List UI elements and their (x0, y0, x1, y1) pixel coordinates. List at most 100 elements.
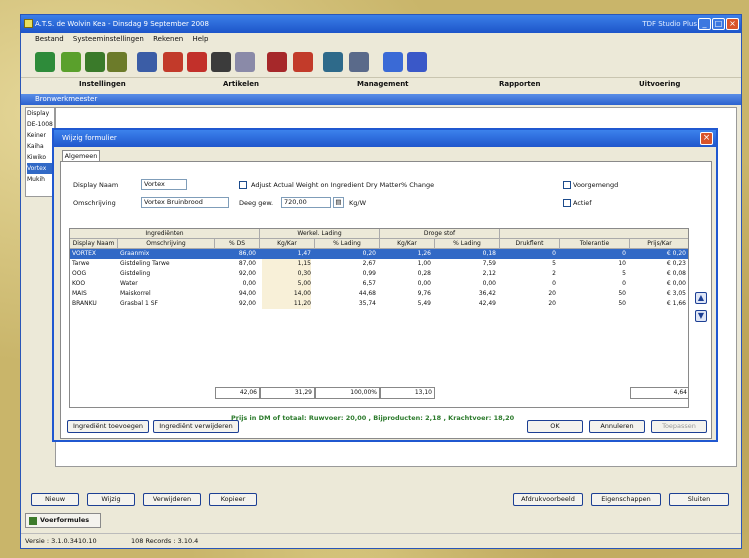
list-item[interactable]: Keiner (27, 130, 54, 141)
table-cell: 50 (618, 300, 626, 307)
record-list[interactable]: Display DE-1008 Keiner Kaiha Kiwiko Vortex Muk… (25, 107, 55, 197)
move-down-icon[interactable]: ▼ (695, 310, 707, 322)
calculator-icon[interactable]: ▤ (333, 197, 344, 208)
add-ingredient-button[interactable]: Ingrediënt toevoegen (67, 420, 149, 433)
table-cell: Grasbal 1 SF (120, 300, 158, 307)
header-group-drogestof: Droge stof (380, 229, 500, 239)
table-row[interactable]: Tarwe Gistdeling Tarwe 87,00 1,15 2,67 1,00 7,… (70, 259, 688, 269)
close-main-button[interactable]: Sluiten (669, 493, 729, 506)
voorgemengd-checkbox[interactable] (563, 181, 571, 189)
doc-icon[interactable] (235, 52, 255, 72)
list-item[interactable]: Vortex (27, 163, 54, 174)
cancel-button[interactable]: Annuleren (589, 420, 645, 433)
table-cell: KOO (72, 280, 86, 287)
network-icon[interactable] (323, 52, 343, 72)
properties-button[interactable]: Eigenschappen (591, 493, 661, 506)
edit-formula-dialog: Wijzig formulier × Algemeen Display Naam… (52, 128, 718, 442)
remove-ingredient-button[interactable]: Ingrediënt verwijderen (153, 420, 239, 433)
table-cell: 94,00 (238, 290, 256, 297)
ration-icon[interactable] (35, 52, 55, 72)
menu-help[interactable]: Help (192, 35, 208, 43)
tool-icon[interactable] (85, 52, 105, 72)
copy-button[interactable]: Kopieer (209, 493, 257, 506)
help-icon[interactable] (407, 52, 427, 72)
table-cell: 0 (622, 250, 626, 257)
table-cell: 86,00 (238, 250, 256, 257)
ok-button[interactable]: OK (527, 420, 583, 433)
plant-icon[interactable] (61, 52, 81, 72)
feed2-icon[interactable] (187, 52, 207, 72)
table-cell: 14,00 (262, 289, 311, 299)
column-header[interactable]: Kg/Kar (260, 239, 315, 249)
actief-checkbox[interactable] (563, 199, 571, 207)
column-header[interactable]: Drukflent (500, 239, 560, 249)
apply-button[interactable]: Toepassen (651, 420, 707, 433)
table-row[interactable]: BRANKU Grasbal 1 SF 92,00 11,20 35,74 5,49 42,… (70, 299, 688, 309)
menu-rekenen[interactable]: Rekenen (153, 35, 183, 43)
table-cell: 20 (548, 300, 556, 307)
app-icon (24, 19, 33, 28)
column-header[interactable]: % DS (215, 239, 260, 249)
car-icon[interactable] (267, 52, 287, 72)
table-cell: 1,26 (417, 250, 431, 257)
toolbar-group-labels: Instellingen Artikelen Management Rappor… (21, 78, 741, 91)
table-cell: BRANKU (72, 300, 97, 307)
close-button[interactable]: × (726, 18, 739, 30)
ingredients-grid[interactable]: Ingrediënten Werkel. Lading Droge stof D… (69, 228, 689, 408)
table-cell: 5 (552, 260, 556, 267)
total-kgkar: 31,29 (260, 387, 315, 399)
maximize-button[interactable]: □ (712, 18, 725, 30)
table-cell: € 1,66 (666, 300, 686, 307)
tab-voerformules[interactable]: Voerformules (25, 513, 101, 528)
window-title: A.T.S. de Wolvin Kea - Dinsdag 9 Septemb… (35, 20, 209, 28)
minimize-button[interactable]: _ (698, 18, 711, 30)
table-cell: 1,15 (262, 259, 311, 269)
list-item[interactable]: Kiwiko (27, 152, 54, 163)
print-preview-button[interactable]: Afdrukvoorbeeld (513, 493, 583, 506)
table-cell: 7,59 (482, 260, 496, 267)
car2-icon[interactable] (293, 52, 313, 72)
truck-icon[interactable] (211, 52, 231, 72)
table-cell: 0,28 (417, 270, 431, 277)
wrench-icon[interactable] (107, 52, 127, 72)
dialog-close-icon[interactable]: × (700, 132, 713, 145)
column-header[interactable]: % Lading (315, 239, 380, 249)
description-field[interactable]: Vortex Bruinbrood (141, 197, 229, 208)
delete-button[interactable]: Verwijderen (143, 493, 201, 506)
table-cell: € 0,08 (666, 270, 686, 277)
column-header[interactable]: % Lading (435, 239, 500, 249)
column-header[interactable]: Omschrijving (118, 239, 215, 249)
move-up-icon[interactable]: ▲ (695, 292, 707, 304)
user-icon[interactable] (349, 52, 369, 72)
column-header[interactable]: Kg/Kar (380, 239, 435, 249)
table-row[interactable]: VORTEX Graanmix 86,00 1,47 0,20 1,26 0,18 0 0 € 0… (70, 249, 688, 259)
menu-systeeminstellingen[interactable]: Systeeminstellingen (73, 35, 144, 43)
list-item[interactable]: Display (27, 108, 54, 119)
table-row[interactable]: OOG Gistdeling 92,00 0,30 0,99 0,28 2,12 2 5 € 0,… (70, 269, 688, 279)
table-row[interactable]: MAIS Maiskorrel 94,00 14,00 44,68 9,76 36,42 20… (70, 289, 688, 299)
list-item[interactable]: DE-1008 (27, 119, 54, 130)
display-name-field[interactable]: Vortex (141, 179, 187, 190)
group-management: Management (357, 80, 409, 88)
table-cell: 87,00 (238, 260, 256, 267)
table-cell: 0 (622, 280, 626, 287)
feed-icon[interactable] (163, 52, 183, 72)
price-summary: Prijs in DM of totaal: Ruwvoer: 20,00 , … (231, 414, 515, 422)
dough-field[interactable]: 720,00 (281, 197, 331, 208)
list-item[interactable]: Mukih (27, 174, 54, 185)
adjust-checkbox[interactable] (239, 181, 247, 189)
column-header[interactable]: Tolerantie (560, 239, 630, 249)
edit-button[interactable]: Wijzig (87, 493, 135, 506)
table-row[interactable]: KOO Water 0,00 5,00 6,57 0,00 0,00 0 0 € 0,00 (70, 279, 688, 289)
list-item[interactable]: Kaiha (27, 141, 54, 152)
new-button[interactable]: Nieuw (31, 493, 79, 506)
display-name-label: Display Naam (73, 181, 119, 189)
table-cell: 0,99 (362, 270, 376, 277)
column-header[interactable]: Display Naam (70, 239, 118, 249)
header-group-blank (500, 229, 688, 239)
grid-icon[interactable] (137, 52, 157, 72)
info-icon[interactable] (383, 52, 403, 72)
table-cell: 50 (618, 290, 626, 297)
menu-bestand[interactable]: Bestand (35, 35, 64, 43)
column-header[interactable]: Prijs/Kar (630, 239, 688, 249)
